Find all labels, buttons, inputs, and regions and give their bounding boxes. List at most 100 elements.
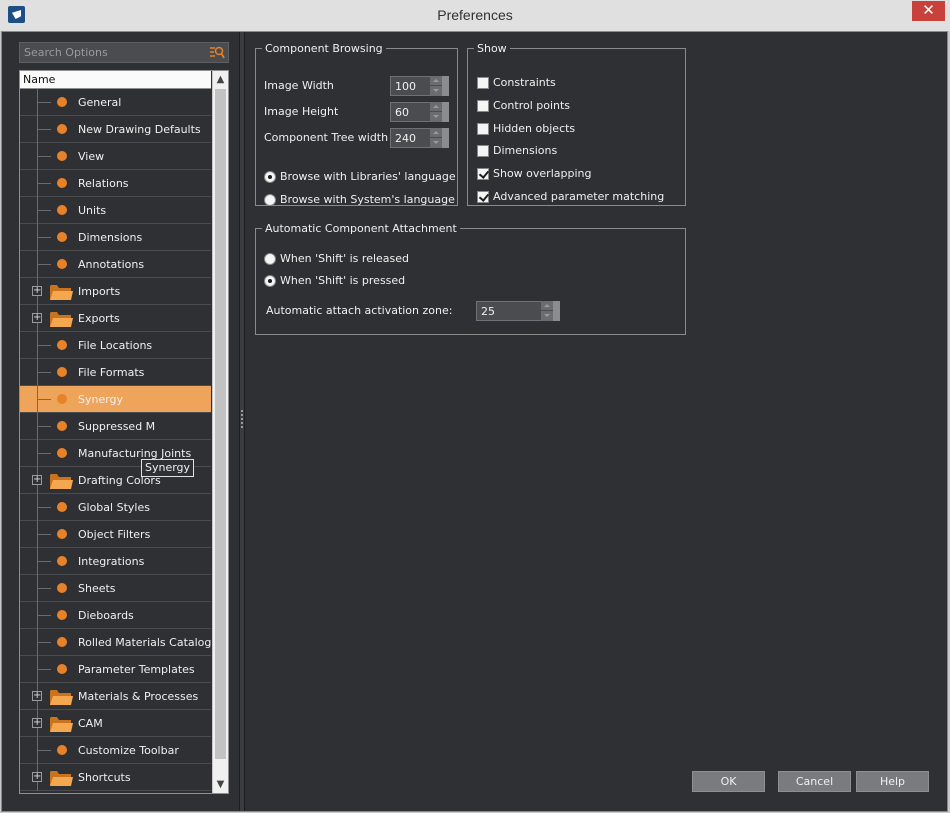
tree-column-header[interactable]: Name <box>20 71 211 89</box>
image-height-stepper[interactable] <box>430 102 442 122</box>
tree-item[interactable]: File Formats <box>20 359 211 386</box>
tree-width-spinner[interactable] <box>390 128 450 148</box>
image-width-stepper[interactable] <box>430 76 442 96</box>
tree-connector-line <box>37 102 51 103</box>
tree-item[interactable]: Global Styles <box>20 494 211 521</box>
search-filter-icon[interactable] <box>209 45 225 60</box>
tree-connector-line <box>37 615 51 616</box>
tree-item[interactable]: Suppressed M <box>20 413 211 440</box>
checkbox-checked[interactable] <box>477 191 489 203</box>
tree-item[interactable]: File Locations <box>20 332 211 359</box>
bullet-icon <box>57 394 67 404</box>
search-input[interactable] <box>20 43 205 62</box>
decrement-icon[interactable] <box>430 112 442 122</box>
radio-button[interactable] <box>264 253 276 265</box>
scroll-up-icon[interactable]: ▲ <box>213 71 228 88</box>
scroll-down-icon[interactable]: ▼ <box>213 776 228 793</box>
tree-item[interactable]: Sheets <box>20 575 211 602</box>
close-button[interactable]: ✕ <box>912 1 945 21</box>
tree-scrollbar[interactable]: ▲ ▼ <box>212 71 228 793</box>
title-bar: Preferences ✕ <box>0 0 950 31</box>
tree-item-label: Rolled Materials Catalog <box>78 636 212 649</box>
tree-item[interactable]: Relations <box>20 170 211 197</box>
tree-item[interactable]: + Shortcuts <box>20 764 211 791</box>
tree-item[interactable]: Dimensions <box>20 224 211 251</box>
splitter-grip-icon[interactable] <box>241 410 243 430</box>
radio-button-selected[interactable] <box>264 171 276 183</box>
expand-icon[interactable]: + <box>32 691 42 701</box>
tree-item[interactable]: Parameter Templates <box>20 656 211 683</box>
tree-item-label: Dimensions <box>78 231 143 244</box>
bullet-icon <box>57 232 67 242</box>
tree-item-label: Dieboards <box>78 609 134 622</box>
tree-item-label: Sheets <box>78 582 116 595</box>
tree-connector-line <box>37 399 51 400</box>
expand-icon[interactable]: + <box>32 772 42 782</box>
tree-connector-line <box>37 210 51 211</box>
image-height-input[interactable] <box>390 102 431 122</box>
tree-item[interactable]: + Imports <box>20 278 211 305</box>
checkbox-unchecked[interactable] <box>477 123 489 135</box>
tree-item-label: Materials & Processes <box>78 690 199 703</box>
cancel-button[interactable]: Cancel <box>778 771 851 792</box>
image-width-input[interactable] <box>390 76 431 96</box>
hidden-objects-label: Hidden objects <box>493 122 576 135</box>
tree-item[interactable]: Synergy <box>20 386 211 413</box>
help-button[interactable]: Help <box>856 771 929 792</box>
bullet-icon <box>57 556 67 566</box>
image-width-spinner[interactable] <box>390 76 450 96</box>
increment-icon[interactable] <box>430 128 442 138</box>
checkbox-unchecked[interactable] <box>477 100 489 112</box>
control-points-label: Control points <box>493 99 571 112</box>
activation-zone-spinner[interactable] <box>476 301 566 321</box>
scroll-thumb[interactable] <box>215 89 226 759</box>
increment-icon[interactable] <box>430 76 442 86</box>
tree-item-label: Shortcuts <box>78 771 131 784</box>
radio-button[interactable] <box>264 194 276 206</box>
image-height-spinner[interactable] <box>390 102 450 122</box>
bullet-icon <box>57 502 67 512</box>
bullet-icon <box>57 151 67 161</box>
tree-item[interactable]: Integrations <box>20 548 211 575</box>
tree-item-label: CAM <box>78 717 103 730</box>
tree-item[interactable]: Rolled Materials Catalog <box>20 629 211 656</box>
expand-icon[interactable]: + <box>32 286 42 296</box>
activation-zone-stepper[interactable] <box>541 301 553 321</box>
decrement-icon[interactable] <box>541 311 553 321</box>
checkbox-unchecked[interactable] <box>477 77 489 89</box>
activation-zone-row: Automatic attach activation zone: <box>264 301 574 321</box>
decrement-icon[interactable] <box>430 138 442 148</box>
tree-item[interactable]: General <box>20 89 211 116</box>
radio-button-selected[interactable] <box>264 275 276 287</box>
tree-item[interactable]: + CAM <box>20 710 211 737</box>
activation-zone-input[interactable] <box>476 301 542 321</box>
expand-icon[interactable]: + <box>32 313 42 323</box>
tree-item[interactable]: View <box>20 143 211 170</box>
bullet-icon <box>57 529 67 539</box>
expand-icon[interactable]: + <box>32 475 42 485</box>
tree-item[interactable]: + Exports <box>20 305 211 332</box>
tree-width-stepper[interactable] <box>430 128 442 148</box>
tree-item[interactable]: Units <box>20 197 211 224</box>
tree-item-label: New Drawing Defaults <box>78 123 201 136</box>
bullet-icon <box>57 367 67 377</box>
window-title: Preferences <box>437 7 513 23</box>
tree-item[interactable]: Dieboards <box>20 602 211 629</box>
expand-icon[interactable]: + <box>32 718 42 728</box>
tree-connector-line <box>37 183 51 184</box>
tree-item[interactable]: Object Filters <box>20 521 211 548</box>
search-box[interactable] <box>19 42 229 63</box>
checkbox-checked[interactable] <box>477 168 489 180</box>
tree-width-input[interactable] <box>390 128 431 148</box>
decrement-icon[interactable] <box>430 86 442 96</box>
increment-icon[interactable] <box>541 301 553 311</box>
tree-item[interactable]: Annotations <box>20 251 211 278</box>
tree-item[interactable]: Customize Toolbar <box>20 737 211 764</box>
tree-item[interactable]: + Materials & Processes <box>20 683 211 710</box>
tree-item-label: General <box>78 96 122 109</box>
tree-item[interactable]: New Drawing Defaults <box>20 116 211 143</box>
ok-button[interactable]: OK <box>692 771 765 792</box>
bullet-icon <box>57 205 67 215</box>
checkbox-unchecked[interactable] <box>477 145 489 157</box>
increment-icon[interactable] <box>430 102 442 112</box>
